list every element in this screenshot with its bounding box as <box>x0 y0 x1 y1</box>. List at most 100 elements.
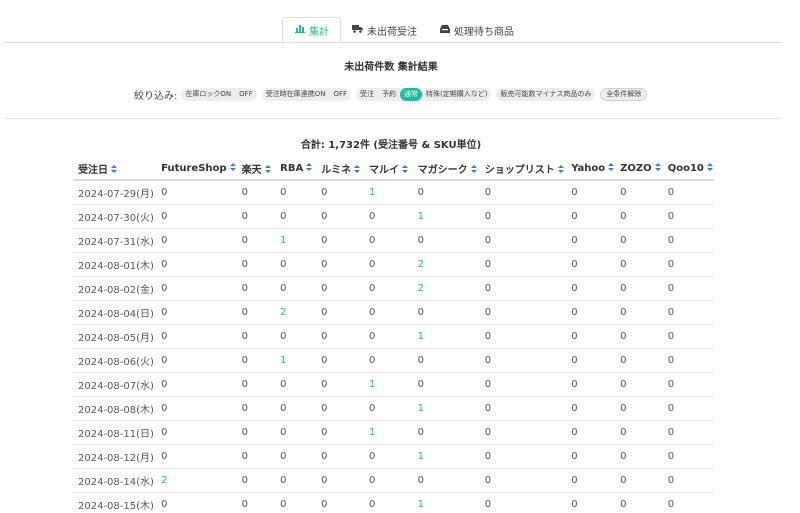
sort-icon[interactable] <box>306 162 313 172</box>
count-cell: 1 <box>275 348 317 373</box>
sort-icon[interactable] <box>354 164 361 174</box>
column-header[interactable]: マルイ <box>363 157 413 181</box>
count-cell: 0 <box>566 372 616 397</box>
count-cell: 0 <box>479 396 567 421</box>
count-cell: 0 <box>566 252 616 277</box>
reset-filters-button[interactable]: 全条件解除 <box>600 87 648 101</box>
count-cell: 2 <box>412 276 480 301</box>
order-date-cell: 2024-08-06(火) <box>73 348 157 373</box>
sort-icon[interactable] <box>706 162 714 172</box>
column-header-label: ショップリスト <box>484 164 555 176</box>
count-cell: 0 <box>566 300 616 325</box>
count-cell: 0 <box>236 396 276 421</box>
count-cell: 0 <box>615 324 663 349</box>
sort-icon[interactable] <box>608 162 615 172</box>
column-header[interactable]: Yahoo <box>566 157 616 181</box>
order-date-cell: 2024-08-14(水) <box>73 468 157 493</box>
count-cell: 0 <box>316 420 364 445</box>
count-cell: 0 <box>363 252 413 277</box>
count-cell: 0 <box>566 444 616 469</box>
sort-icon[interactable] <box>264 164 272 174</box>
column-header[interactable]: 受注日 <box>73 157 157 181</box>
column-header[interactable]: Qoo10 <box>662 157 714 181</box>
count-cell: 0 <box>662 348 714 373</box>
count-cell: 0 <box>236 348 276 373</box>
count-cell: 0 <box>412 420 480 445</box>
count-cell: 0 <box>479 444 567 469</box>
tab-summary[interactable]: 集計 <box>282 17 341 43</box>
tab-pending-products[interactable]: 処理待ち商品 <box>428 17 525 43</box>
count-cell: 0 <box>662 420 714 445</box>
total-count: 合計: 1,732件 (受注番号 & SKU単位) <box>300 140 482 151</box>
count-cell: 0 <box>363 324 413 349</box>
table-row: 2024-08-11(日) 0 0 0 0 1 0 0 0 0 0 <box>73 420 714 445</box>
count-cell: 0 <box>275 372 317 397</box>
order-date-cell: 2024-08-01(木) <box>73 252 157 277</box>
count-cell: 0 <box>412 348 480 373</box>
filter-order-type-order[interactable]: 受注 <box>356 88 378 101</box>
column-header-label: ルミネ <box>321 164 352 176</box>
sort-icon[interactable] <box>470 164 478 174</box>
tab-unshipped-orders[interactable]: 未出荷受注 <box>341 17 428 43</box>
sort-icon[interactable] <box>111 164 118 174</box>
count-cell: 0 <box>316 372 364 397</box>
count-cell: 0 <box>275 324 317 349</box>
count-cell: 0 <box>566 324 616 349</box>
count-cell: 0 <box>275 444 317 469</box>
count-cell: 0 <box>363 228 413 253</box>
column-header[interactable]: RBA <box>275 157 317 181</box>
order-date-cell: 2024-08-15(木) <box>73 492 157 513</box>
inbox-icon <box>439 24 450 36</box>
count-cell: 0 <box>479 492 567 513</box>
column-header-label: Yahoo <box>571 162 606 174</box>
count-cell: 0 <box>662 396 714 421</box>
sort-icon[interactable] <box>557 164 565 174</box>
order-date-cell: 2024-07-31(水) <box>73 228 157 253</box>
filter-stock-lock-on[interactable]: 在庫ロックON <box>181 88 235 101</box>
sort-icon[interactable] <box>401 164 409 174</box>
count-cell: 0 <box>236 276 276 301</box>
filter-order-type-special[interactable]: 特殊(定期購入など) <box>422 88 491 101</box>
tab-bar: 集計 未出荷受注 処理待ち商品 <box>282 17 525 43</box>
column-header[interactable]: ZOZO <box>615 157 663 181</box>
sort-icon[interactable] <box>654 162 662 172</box>
count-cell: 1 <box>363 420 413 445</box>
count-cell: 0 <box>316 324 364 349</box>
column-header-label: ZOZO <box>620 162 652 174</box>
table-row: 2024-08-01(木) 0 0 0 0 0 2 0 0 0 0 <box>73 252 714 277</box>
tab-label: 未出荷受注 <box>367 26 417 38</box>
count-cell: 0 <box>236 324 276 349</box>
count-cell: 0 <box>275 492 317 513</box>
count-cell: 0 <box>156 300 237 325</box>
count-cell: 0 <box>566 492 616 513</box>
count-cell: 0 <box>316 252 364 277</box>
count-cell: 0 <box>662 276 714 301</box>
column-header[interactable]: ショップリスト <box>479 157 567 181</box>
count-cell: 0 <box>156 180 237 205</box>
count-cell: 0 <box>479 300 567 325</box>
column-header[interactable]: ルミネ <box>316 157 364 181</box>
count-cell: 0 <box>156 276 237 301</box>
table-row: 2024-07-30(火) 0 0 0 0 0 1 0 0 0 0 <box>73 204 714 229</box>
filter-order-type-reserve[interactable]: 予約 <box>378 88 400 101</box>
table-row: 2024-08-02(金) 0 0 0 0 0 2 0 0 0 0 <box>73 276 714 301</box>
count-cell: 0 <box>479 420 567 445</box>
count-cell: 2 <box>412 252 480 277</box>
column-header[interactable]: FutureShop <box>156 157 237 181</box>
count-cell: 0 <box>479 372 567 397</box>
filter-negative-stock-only[interactable]: 販売可能数マイナス商品のみ <box>496 88 595 101</box>
column-header[interactable]: マガシーク <box>412 157 480 181</box>
section-title: 未出荷件数 集計結果 <box>344 62 438 73</box>
filter-stock-lock-off[interactable]: OFF <box>235 88 257 101</box>
column-header-label: 楽天 <box>241 164 262 176</box>
count-cell: 0 <box>236 204 276 229</box>
column-header[interactable]: 楽天 <box>236 157 276 181</box>
filter-order-type-normal[interactable]: 通常 <box>400 87 422 101</box>
filter-order-sync-off[interactable]: OFF <box>329 88 351 101</box>
table-row: 2024-08-06(火) 0 0 1 0 0 0 0 0 0 0 <box>73 348 714 373</box>
table-row: 2024-07-31(水) 0 0 1 0 0 0 0 0 0 0 <box>73 228 714 253</box>
table-row: 2024-08-05(月) 0 0 0 0 0 1 0 0 0 0 <box>73 324 714 349</box>
summary-table: 受注日 FutureShop 楽天 RBA ルミネ マルイ マガシーク ショップリスト Yaho… <box>73 157 714 513</box>
sort-icon[interactable] <box>229 162 237 172</box>
filter-order-sync-on[interactable]: 受注時在庫連携ON <box>262 88 330 101</box>
